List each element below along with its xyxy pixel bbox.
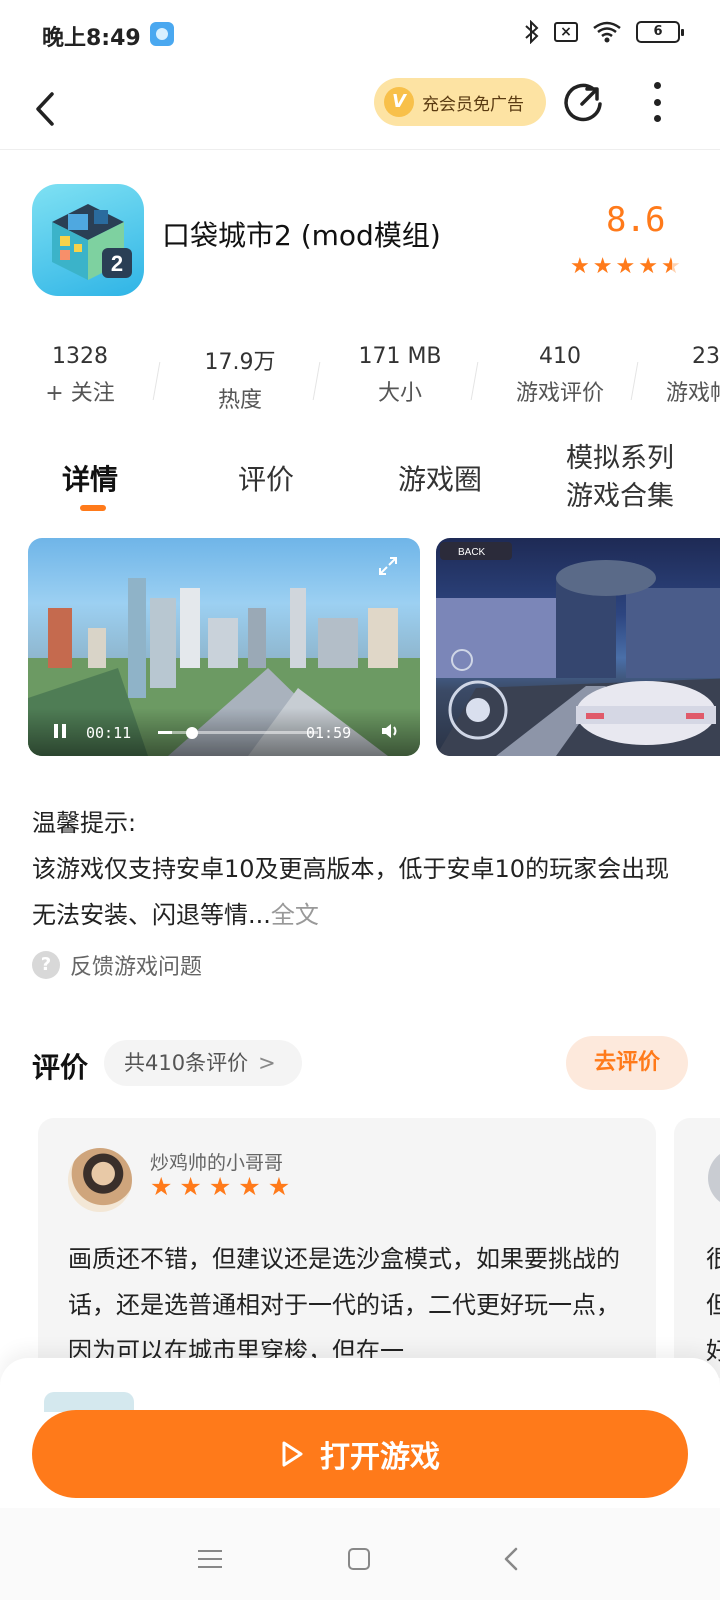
tab-details[interactable]: 详情 [62,458,118,498]
pause-icon[interactable] [54,724,66,738]
menu-icon[interactable] [198,1550,222,1568]
star-icon: ★ [179,1172,202,1201]
stat-reviews[interactable]: 410 游戏评价 [482,344,638,407]
stat-value: 410 [539,344,581,369]
play-icon [282,1441,303,1467]
star-icon: ★ [208,1172,232,1201]
tab-bar: 详情 评价 游戏圈 模拟系列 游戏合集 [0,440,720,520]
more-dot [653,82,661,89]
review-card[interactable]: 炒鸡帅的小哥哥 ★ ★ ★ ★ ★ 画质还不错，但建议还是选沙盒模式，如果要挑战… [38,1118,656,1378]
review-card[interactable]: 很但好 [674,1118,720,1378]
stats-row: 1328 + 关注 17.9万 热度 171 MB 大小 410 游戏评价 23… [0,344,720,414]
bluetooth-icon [525,20,539,44]
tip-body: 该游戏仅支持安卓10及更高版本，低于安卓10的玩家会出现无法安装、闪退等情... [32,855,670,929]
more-dot [653,98,661,106]
review-count-label: 共410条评价 [124,1051,249,1075]
video-progress-bar[interactable] [158,731,318,734]
stat-label: + 关注 [45,381,115,406]
tip-heading: 温馨提示: [32,809,137,837]
avatar[interactable] [708,1148,720,1208]
stat-label: 游戏评价 [515,381,604,406]
review-text: 画质还不错，但建议还是选沙盒模式，如果要挑战的话，还是选普通相对于一代的话，二代… [68,1245,620,1365]
video-current-time: 00:11 [86,724,132,742]
star-icon: ★ [592,254,613,279]
star-icon: ★ [238,1172,261,1201]
all-reviews-button[interactable]: 共410条评价 > [104,1040,302,1086]
review-stars: ★ ★ ★ ★ ★ [150,1172,291,1201]
star-icon: ★ [638,254,658,279]
fullscreen-icon[interactable] [378,556,398,576]
app-icon-digit: 2 [111,251,123,276]
more-button[interactable] [650,82,664,122]
stat-value: 23 [692,344,720,369]
stat-value: 1328 [52,344,108,369]
app-notification-icon [150,22,174,46]
home-icon[interactable] [348,1548,370,1570]
question-icon: ? [32,951,60,979]
video-progress-knob[interactable] [186,727,198,739]
avatar[interactable] [68,1148,132,1212]
stat-value: 171 MB [358,344,442,369]
active-tab-indicator [80,505,106,511]
screenshot-frame: BACK [436,542,720,756]
star-icon: ★ [570,254,590,279]
trailer-video[interactable]: 00:11 01:59 [28,538,420,756]
vip-no-ads-button[interactable]: V 充会员免广告 [374,78,546,126]
star-icon: ★ [267,1172,291,1201]
rating-score: 8.6 [606,200,665,240]
half-star-icon: ★ [660,254,681,279]
rating-stars: ★ ★ ★ ★ ★ [570,256,681,278]
star-icon: ★ [615,254,636,279]
back-button[interactable] [28,82,68,132]
top-nav: V 充会员免广告 [0,70,720,150]
video-total-time: 01:59 [306,724,352,742]
stat-label: 游戏帖 [666,381,720,406]
vip-label: 充会员免广告 [422,94,524,115]
feedback-label: 反馈游戏问题 [70,955,203,980]
tab-game-circle[interactable]: 游戏圈 [398,458,482,498]
app-icon: 2 [32,184,144,296]
tab-simulation-collection[interactable]: 模拟系列 游戏合集 [566,440,674,516]
stat-heat: 17.9万 热度 [162,344,318,414]
tab-label-line: 模拟系列 [566,443,674,474]
write-review-button[interactable]: 去评价 [566,1036,688,1090]
volume-icon[interactable] [380,722,400,740]
game-screenshot[interactable]: BACK [436,538,720,756]
feedback-link[interactable]: ? 反馈游戏问题 [32,950,202,980]
star-icon: ★ [150,1172,173,1201]
stat-follow[interactable]: 1328 + 关注 [2,344,158,407]
tab-label-line: 游戏合集 [566,481,674,512]
vip-badge-icon: V [384,87,414,117]
wifi-icon [592,21,622,43]
status-bar: 晚上8:49 × 6 [0,0,720,70]
share-button[interactable] [562,80,606,124]
tab-reviews[interactable]: 评价 [238,458,294,498]
stat-value: 17.9万 [204,350,276,375]
warm-tip: 温馨提示: 该游戏仅支持安卓10及更高版本，低于安卓10的玩家会出现无法安装、闪… [32,800,682,938]
review-username[interactable]: 炒鸡帅的小哥哥 [150,1148,283,1175]
chevron-right-icon: > [258,1051,276,1075]
back-icon[interactable] [500,1546,524,1572]
screenshot-hud-text: BACK [458,547,486,558]
share-icon [564,83,602,122]
reviews-section-title: 评价 [32,1051,89,1084]
stat-label: 热度 [217,388,262,413]
stat-label: 大小 [377,381,422,406]
status-time: 晚上8:49 [42,26,141,51]
battery-icon: 6 [636,21,684,43]
system-nav-bar [0,1508,720,1600]
stat-size: 171 MB 大小 [322,344,478,407]
back-chevron-icon [36,92,54,126]
read-more-link[interactable]: 全文 [271,901,319,929]
avatar [44,1392,134,1412]
more-dot [653,115,661,122]
stat-posts[interactable]: 23 游戏帖 [640,344,720,407]
open-game-label: 打开游戏 [320,1440,440,1475]
no-sim-icon: × [554,22,578,42]
open-game-button[interactable]: 打开游戏 [32,1410,688,1498]
review-text: 很但好 [706,1245,720,1365]
app-title: 口袋城市2 (mod模组) [162,219,441,252]
